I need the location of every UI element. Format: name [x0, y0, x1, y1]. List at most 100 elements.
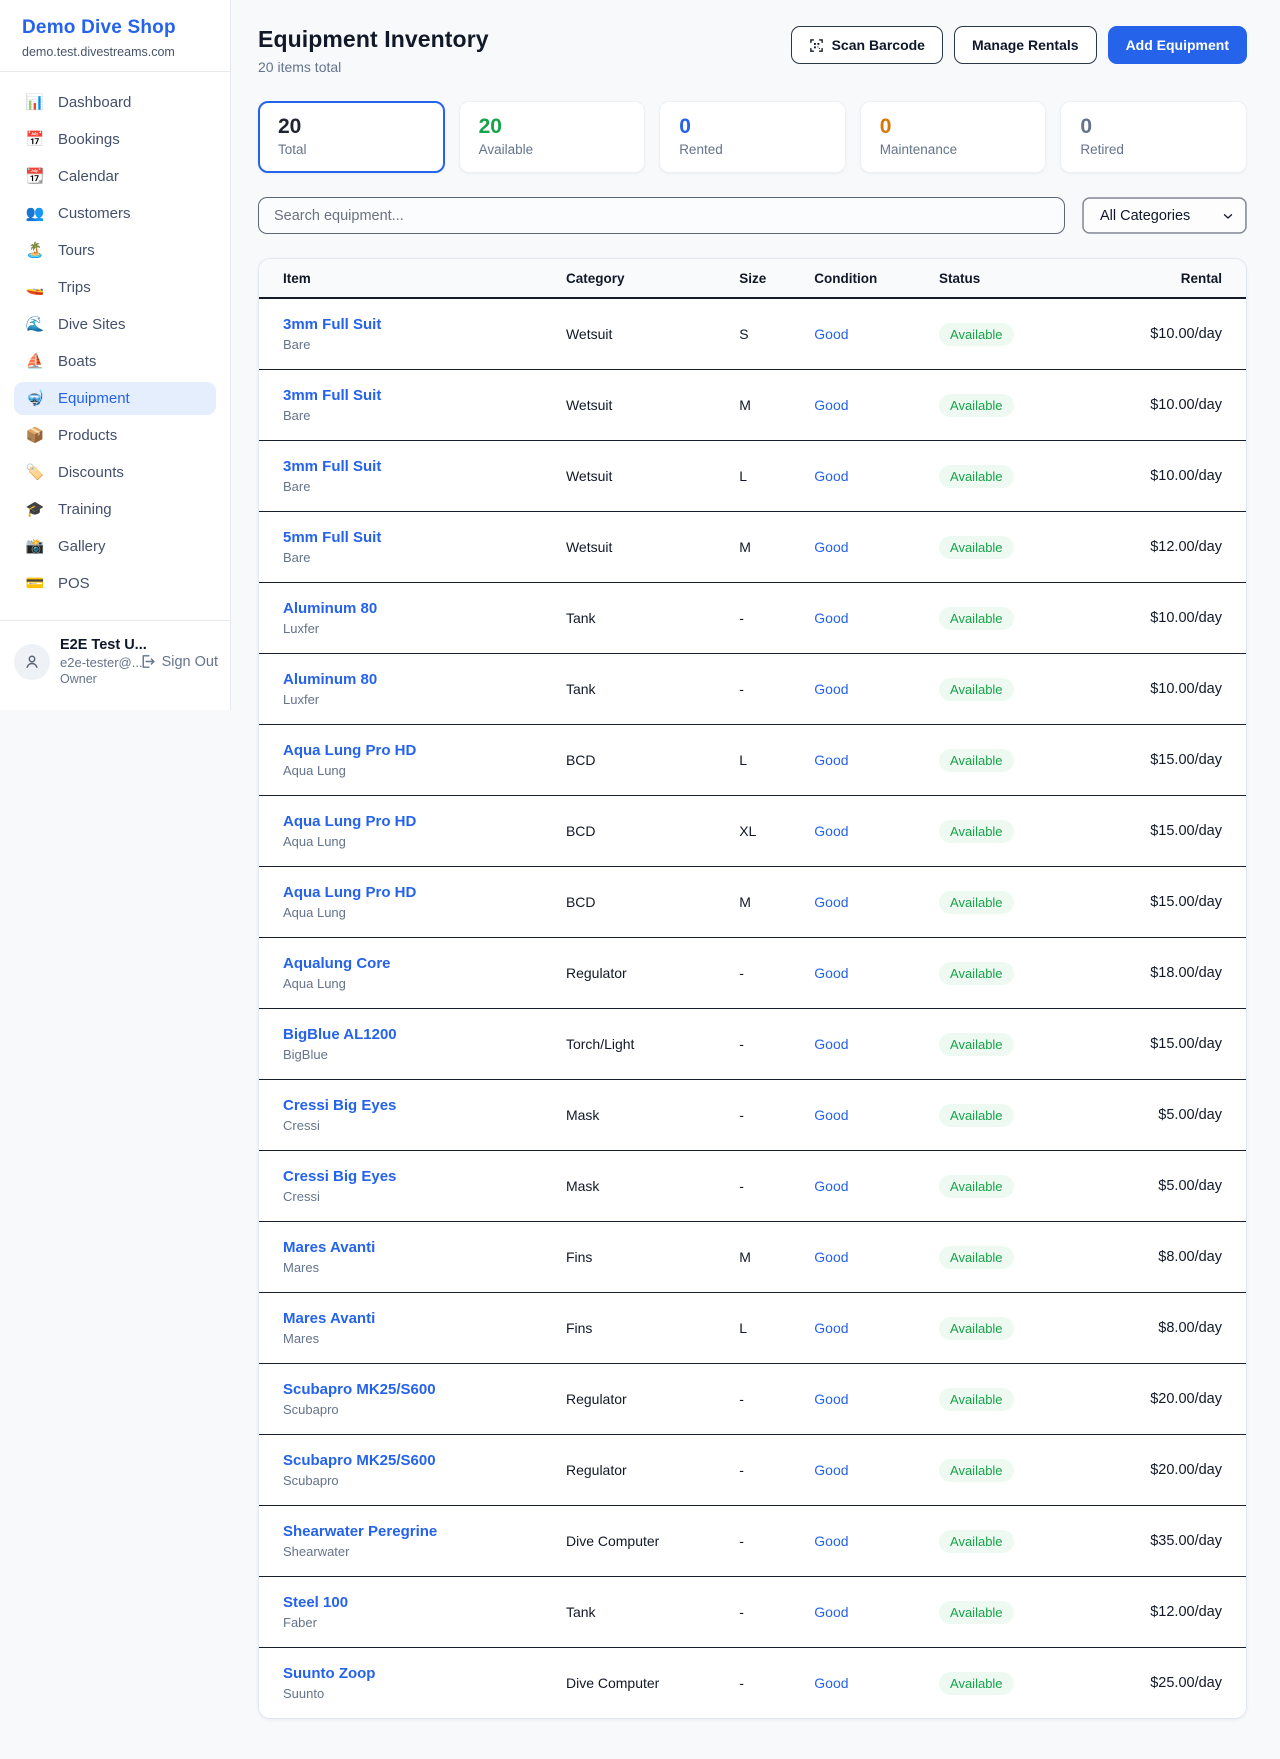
- status-badge: Available: [939, 1601, 1014, 1624]
- condition-link[interactable]: Good: [814, 965, 939, 981]
- condition-link[interactable]: Good: [814, 468, 939, 484]
- item-cell: Cressi Big Eyes Cressi: [283, 1097, 566, 1133]
- size-cell: XL: [739, 823, 814, 839]
- item-name-link[interactable]: Aqua Lung Pro HD: [283, 884, 416, 901]
- stat-card[interactable]: 0 Retired: [1060, 101, 1247, 173]
- stat-card[interactable]: 20 Total: [258, 101, 445, 173]
- item-name-link[interactable]: Aqua Lung Pro HD: [283, 813, 416, 830]
- item-name-link[interactable]: Scubapro MK25/S600: [283, 1452, 436, 1469]
- sidebar-item[interactable]: 🌊 Dive Sites: [14, 308, 216, 341]
- condition-link[interactable]: Good: [814, 681, 939, 697]
- item-name-link[interactable]: Aqualung Core: [283, 955, 391, 972]
- manage-rentals-button[interactable]: Manage Rentals: [954, 26, 1097, 64]
- stat-value: 0: [880, 115, 1027, 139]
- sidebar-item[interactable]: 🤿 Equipment: [14, 382, 216, 415]
- condition-link[interactable]: Good: [814, 1533, 939, 1549]
- condition-link[interactable]: Good: [814, 397, 939, 413]
- status-cell: Available: [939, 1033, 1106, 1056]
- item-name-link[interactable]: Mares Avanti: [283, 1310, 375, 1327]
- item-name-link[interactable]: 3mm Full Suit: [283, 387, 381, 404]
- item-name-link[interactable]: 3mm Full Suit: [283, 458, 381, 475]
- condition-link[interactable]: Good: [814, 752, 939, 768]
- item-name-link[interactable]: Aluminum 80: [283, 671, 377, 688]
- brand-name[interactable]: Demo Dive Shop: [22, 17, 214, 39]
- search-input[interactable]: [258, 197, 1065, 234]
- status-cell: Available: [939, 536, 1106, 559]
- item-name-link[interactable]: 3mm Full Suit: [283, 316, 381, 333]
- sidebar-item[interactable]: 🚤 Trips: [14, 271, 216, 304]
- page-header: Equipment Inventory 20 items total Scan …: [258, 26, 1247, 75]
- sidebar-item[interactable]: 📸 Gallery: [14, 530, 216, 563]
- status-cell: Available: [939, 394, 1106, 417]
- table-row: 3mm Full Suit Bare Wetsuit L Good Availa…: [259, 440, 1246, 511]
- status-cell: Available: [939, 1601, 1106, 1624]
- sidebar-item[interactable]: 👥 Customers: [14, 197, 216, 230]
- sidebar-item[interactable]: 📦 Products: [14, 419, 216, 452]
- item-name-link[interactable]: Steel 100: [283, 1594, 348, 1611]
- rental-rate: $10.00/day: [1107, 468, 1223, 484]
- add-equipment-button[interactable]: Add Equipment: [1108, 26, 1247, 64]
- sidebar-item[interactable]: 📆 Calendar: [14, 160, 216, 193]
- item-name-link[interactable]: Suunto Zoop: [283, 1665, 375, 1682]
- rental-rate: $15.00/day: [1107, 823, 1223, 839]
- size-cell: -: [739, 610, 814, 626]
- item-name-link[interactable]: BigBlue AL1200: [283, 1026, 397, 1043]
- item-cell: 5mm Full Suit Bare: [283, 529, 566, 565]
- condition-link[interactable]: Good: [814, 1391, 939, 1407]
- person-icon: [23, 653, 41, 671]
- nav-item-label: Customers: [58, 205, 131, 222]
- status-badge: Available: [939, 1459, 1014, 1482]
- table-row: Aqualung Core Aqua Lung Regulator - Good…: [259, 937, 1246, 1008]
- condition-link[interactable]: Good: [814, 1249, 939, 1265]
- sidebar-item[interactable]: 🏷️ Discounts: [14, 456, 216, 489]
- nav-item-icon: 🚤: [25, 280, 45, 295]
- stat-card[interactable]: 0 Rented: [659, 101, 846, 173]
- category-cell: BCD: [566, 752, 739, 768]
- nav-item-icon: 🌊: [25, 317, 45, 332]
- scan-barcode-button[interactable]: Scan Barcode: [791, 26, 943, 64]
- stat-card[interactable]: 0 Maintenance: [860, 101, 1047, 173]
- sidebar-item[interactable]: 🎓 Training: [14, 493, 216, 526]
- nav-item-label: Boats: [58, 353, 96, 370]
- status-cell: Available: [939, 1175, 1106, 1198]
- category-select[interactable]: All Categories: [1082, 197, 1247, 234]
- category-cell: BCD: [566, 894, 739, 910]
- user-box: E2E Test U... e2e-tester@... Owner Sign …: [0, 620, 230, 692]
- item-name-link[interactable]: Mares Avanti: [283, 1239, 375, 1256]
- condition-link[interactable]: Good: [814, 539, 939, 555]
- condition-link[interactable]: Good: [814, 1675, 939, 1691]
- condition-link[interactable]: Good: [814, 1604, 939, 1620]
- item-name-link[interactable]: Aluminum 80: [283, 600, 377, 617]
- condition-link[interactable]: Good: [814, 1178, 939, 1194]
- item-brand: Bare: [283, 408, 566, 423]
- sidebar-item[interactable]: 📊 Dashboard: [14, 86, 216, 119]
- item-name-link[interactable]: 5mm Full Suit: [283, 529, 381, 546]
- item-name-link[interactable]: Cressi Big Eyes: [283, 1168, 396, 1185]
- sign-out-button[interactable]: Sign Out: [139, 653, 218, 670]
- condition-link[interactable]: Good: [814, 326, 939, 342]
- condition-link[interactable]: Good: [814, 1462, 939, 1478]
- nav-item-icon: 📸: [25, 539, 45, 554]
- item-name-link[interactable]: Aqua Lung Pro HD: [283, 742, 416, 759]
- table-row: Cressi Big Eyes Cressi Mask - Good Avail…: [259, 1079, 1246, 1150]
- item-name-link[interactable]: Shearwater Peregrine: [283, 1523, 437, 1540]
- item-name-link[interactable]: Scubapro MK25/S600: [283, 1381, 436, 1398]
- condition-link[interactable]: Good: [814, 610, 939, 626]
- condition-link[interactable]: Good: [814, 1320, 939, 1336]
- item-brand: Aqua Lung: [283, 763, 566, 778]
- item-name-link[interactable]: Cressi Big Eyes: [283, 1097, 396, 1114]
- condition-link[interactable]: Good: [814, 1036, 939, 1052]
- sidebar-item[interactable]: ⛵ Boats: [14, 345, 216, 378]
- column-header-rental: Rental: [1107, 271, 1223, 286]
- sidebar-item[interactable]: 📅 Bookings: [14, 123, 216, 156]
- stat-card[interactable]: 20 Available: [459, 101, 646, 173]
- category-cell: Regulator: [566, 1462, 739, 1478]
- condition-link[interactable]: Good: [814, 823, 939, 839]
- sidebar-item[interactable]: 🏝️ Tours: [14, 234, 216, 267]
- status-cell: Available: [939, 962, 1106, 985]
- sidebar-item[interactable]: 💳 POS: [14, 567, 216, 600]
- condition-link[interactable]: Good: [814, 1107, 939, 1123]
- category-cell: Mask: [566, 1107, 739, 1123]
- condition-link[interactable]: Good: [814, 894, 939, 910]
- page-title: Equipment Inventory: [258, 26, 489, 53]
